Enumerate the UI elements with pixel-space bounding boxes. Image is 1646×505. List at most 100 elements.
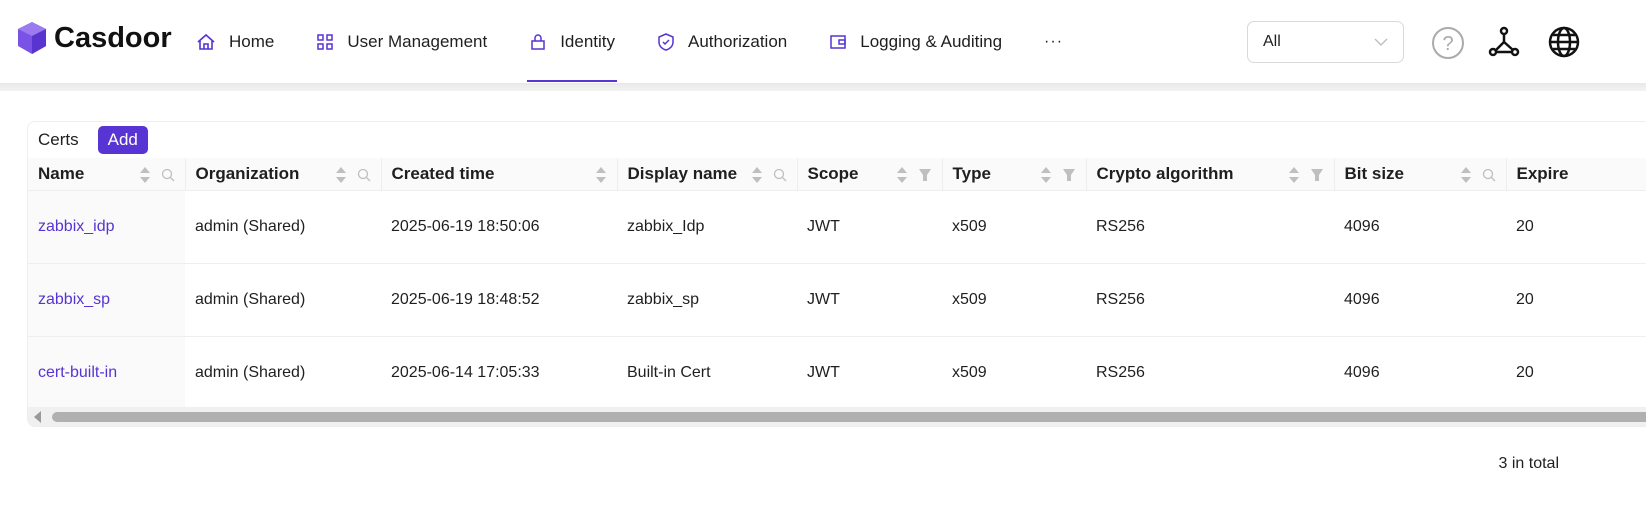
search-icon[interactable]	[357, 168, 371, 182]
select-value: All	[1263, 33, 1281, 50]
casdoor-cube-icon	[18, 22, 46, 54]
cell-display-name: Built-in Cert	[617, 336, 797, 410]
organization-select[interactable]: All	[1247, 21, 1404, 63]
cell-created-time: 2025-06-19 18:50:06	[381, 190, 617, 264]
column-tools	[1460, 166, 1496, 184]
column-label: Created time	[391, 163, 495, 183]
globe-icon[interactable]	[1548, 26, 1580, 58]
cell-name: zabbix_idp	[28, 190, 185, 264]
cell-name: zabbix_sp	[28, 263, 185, 337]
search-icon[interactable]	[773, 168, 787, 182]
home-icon	[197, 33, 215, 50]
column-header-organization[interactable]: Organization	[185, 158, 382, 191]
column-label: Expire	[1516, 163, 1569, 183]
nav-label: Authorization	[688, 31, 788, 51]
column-tools	[751, 166, 787, 184]
cell-display-name: zabbix_Idp	[617, 190, 797, 264]
cert-name-link[interactable]: zabbix_sp	[38, 291, 110, 308]
cert-name-link[interactable]: cert-built-in	[38, 364, 117, 381]
scrollbar-thumb[interactable]	[52, 412, 1646, 422]
cell-scope: JWT	[797, 263, 942, 337]
lock-icon	[531, 33, 545, 50]
cell-scope: JWT	[797, 336, 942, 410]
nav-more-button[interactable]: ···	[1044, 0, 1085, 83]
filter-icon[interactable]	[1310, 168, 1324, 182]
cell-display-name: zabbix_sp	[617, 263, 797, 337]
wallet-icon	[830, 34, 846, 49]
cell-bit-size: 4096	[1334, 263, 1506, 337]
column-header-expire[interactable]: Expire	[1506, 158, 1646, 191]
cell-expire: 20	[1506, 263, 1646, 337]
scroll-left-arrow-icon[interactable]	[34, 411, 42, 423]
nav-user-management[interactable]: User Management	[316, 0, 509, 83]
brand-name: Casdoor	[54, 21, 172, 54]
chevron-down-icon	[1374, 38, 1388, 46]
column-header-name[interactable]: Name	[28, 158, 186, 191]
cell-crypto-algorithm: RS256	[1086, 263, 1334, 337]
column-label: Type	[952, 163, 991, 183]
column-tools	[595, 166, 607, 184]
sort-icon[interactable]	[1460, 166, 1472, 184]
top-bar: Casdoor Home User Management Identity Au…	[0, 0, 1646, 83]
filter-icon[interactable]	[918, 168, 932, 182]
add-button[interactable]: Add	[97, 126, 148, 154]
share-nodes-icon[interactable]	[1488, 26, 1520, 58]
nav-authorization[interactable]: Authorization	[657, 0, 809, 83]
sort-icon[interactable]	[751, 166, 763, 184]
cell-crypto-algorithm: RS256	[1086, 336, 1334, 410]
column-label: Scope	[807, 163, 859, 183]
cell-organization: admin (Shared)	[185, 263, 381, 337]
cell-bit-size: 4096	[1334, 190, 1506, 264]
cell-created-time: 2025-06-14 17:05:33	[381, 336, 617, 410]
sort-icon[interactable]	[1040, 166, 1052, 184]
cell-type: x509	[942, 190, 1086, 264]
column-header-display-name[interactable]: Display name	[617, 158, 798, 191]
sort-icon[interactable]	[335, 166, 347, 184]
cell-expire: 20	[1506, 190, 1646, 264]
column-tools	[896, 166, 932, 184]
column-label: Name	[38, 163, 85, 183]
filter-icon[interactable]	[1062, 168, 1076, 182]
column-header-created-time[interactable]: Created time	[381, 158, 618, 191]
column-label: Display name	[627, 163, 738, 183]
logo[interactable]: Casdoor	[16, 20, 172, 56]
main-nav: Home User Management Identity Authorizat…	[196, 0, 1105, 83]
nav-logging-auditing[interactable]: Logging & Auditing	[829, 0, 1024, 83]
search-icon[interactable]	[1482, 168, 1496, 182]
column-header-scope[interactable]: Scope	[797, 158, 943, 191]
column-tools	[335, 166, 371, 184]
horizontal-scrollbar[interactable]	[28, 407, 1646, 426]
sort-icon[interactable]	[1288, 166, 1300, 184]
sort-icon[interactable]	[139, 166, 151, 184]
cert-name-link[interactable]: zabbix_idp	[38, 218, 115, 235]
help-icon[interactable]: ?	[1431, 26, 1465, 60]
sort-icon[interactable]	[595, 166, 607, 184]
header-divider	[0, 83, 1646, 91]
search-icon[interactable]	[161, 168, 175, 182]
sort-icon[interactable]	[896, 166, 908, 184]
table-row: zabbix_sp admin (Shared) 2025-06-19 18:48:…	[28, 263, 1646, 337]
column-tools	[139, 166, 175, 184]
nav-label: Identity	[560, 31, 616, 51]
cell-expire: 20	[1506, 336, 1646, 410]
grid-icon	[317, 33, 334, 50]
svg-text:?: ?	[1442, 33, 1453, 55]
nav-home[interactable]: Home	[196, 0, 296, 83]
column-tools	[1040, 166, 1076, 184]
column-header-bit-size[interactable]: Bit size	[1334, 158, 1507, 191]
column-header-crypto-algorithm[interactable]: Crypto algorithm	[1086, 158, 1335, 191]
nav-label: Logging & Auditing	[860, 31, 1003, 51]
nav-identity[interactable]: Identity	[527, 0, 637, 83]
nav-label: User Management	[347, 31, 488, 51]
cell-type: x509	[942, 263, 1086, 337]
cell-organization: admin (Shared)	[185, 190, 381, 264]
column-tools	[1288, 166, 1324, 184]
certs-table: Name Organization Created time Display name…	[28, 158, 1646, 410]
nav-label: Home	[229, 31, 275, 51]
certs-card: Certs Add Name Organization Created time Di…	[27, 121, 1646, 427]
card-header: Certs Add	[28, 122, 1646, 158]
column-label: Bit size	[1344, 163, 1405, 183]
cell-type: x509	[942, 336, 1086, 410]
cell-scope: JWT	[797, 190, 942, 264]
column-header-type[interactable]: Type	[942, 158, 1087, 191]
